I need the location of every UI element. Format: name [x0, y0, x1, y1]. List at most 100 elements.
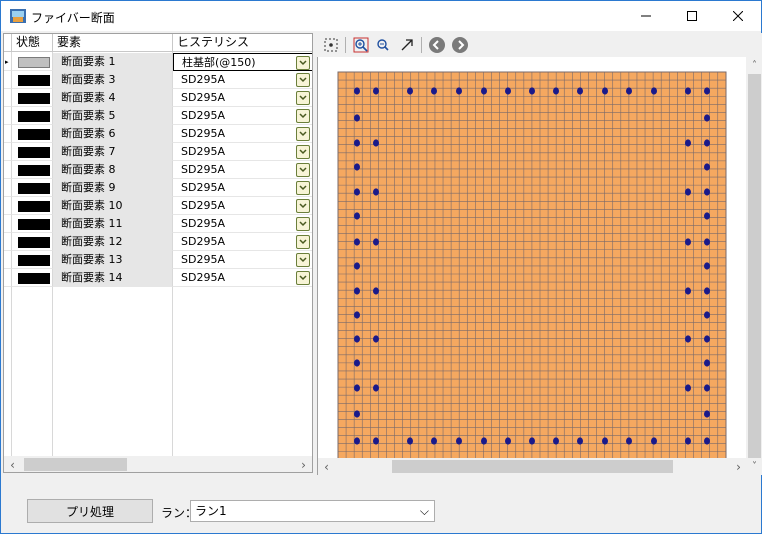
zoom-out-button[interactable]	[373, 36, 393, 54]
dropdown-button[interactable]	[296, 271, 310, 285]
rebar[interactable]	[354, 287, 360, 295]
rebar[interactable]	[685, 384, 691, 392]
scroll-left-icon[interactable]: ‹	[4, 456, 21, 472]
rebar[interactable]	[553, 87, 559, 95]
rebar[interactable]	[685, 335, 691, 343]
hysteresis-select[interactable]: SD295A	[173, 161, 312, 179]
table-row[interactable]: 断面要素 5 SD295A	[4, 107, 312, 125]
element-grid[interactable]: 状態 要素 ヒステリシス ▸ 断面要素 1 柱基部(@150) 断面要素 3 SD295…	[3, 33, 313, 473]
rebar[interactable]	[704, 87, 710, 95]
rebar[interactable]	[529, 437, 535, 445]
scroll-right-icon[interactable]: ›	[730, 458, 747, 475]
hysteresis-select[interactable]: 柱基部(@150)	[173, 53, 312, 71]
hysteresis-select[interactable]: SD295A	[173, 71, 312, 89]
rebar[interactable]	[704, 139, 710, 147]
pan-button[interactable]	[397, 36, 417, 54]
rebar[interactable]	[354, 384, 360, 392]
dropdown-button[interactable]	[296, 56, 310, 70]
hysteresis-select[interactable]: SD295A	[173, 107, 312, 125]
minimize-button[interactable]	[623, 1, 669, 31]
rebar[interactable]	[651, 87, 657, 95]
rebar[interactable]	[685, 437, 691, 445]
row-selector[interactable]	[4, 125, 12, 143]
rebar[interactable]	[602, 87, 608, 95]
rebar[interactable]	[553, 437, 559, 445]
rebar[interactable]	[373, 287, 379, 295]
rebar[interactable]	[373, 188, 379, 196]
rebar[interactable]	[704, 262, 710, 270]
rebar[interactable]	[373, 139, 379, 147]
table-row[interactable]: ▸ 断面要素 1 柱基部(@150)	[4, 53, 312, 71]
rebar[interactable]	[431, 437, 437, 445]
rebar[interactable]	[685, 139, 691, 147]
row-selector[interactable]	[4, 233, 12, 251]
table-row[interactable]: 断面要素 4 SD295A	[4, 89, 312, 107]
scroll-up-icon[interactable]: ˄	[746, 57, 762, 74]
rebar[interactable]	[505, 437, 511, 445]
rebar[interactable]	[577, 87, 583, 95]
table-row[interactable]: 断面要素 8 SD295A	[4, 161, 312, 179]
rebar[interactable]	[373, 87, 379, 95]
header-hysteresis[interactable]: ヒステリシス	[173, 34, 312, 52]
rebar[interactable]	[529, 87, 535, 95]
table-row[interactable]: 断面要素 6 SD295A	[4, 125, 312, 143]
scroll-thumb[interactable]	[748, 74, 761, 458]
table-row[interactable]: 断面要素 12 SD295A	[4, 233, 312, 251]
scroll-left-icon[interactable]: ‹	[318, 458, 335, 475]
forward-button[interactable]	[450, 36, 470, 54]
dropdown-button[interactable]	[296, 127, 310, 141]
hysteresis-select[interactable]: SD295A	[173, 179, 312, 197]
row-selector[interactable]	[4, 89, 12, 107]
row-selector[interactable]: ▸	[4, 53, 12, 71]
row-selector[interactable]	[4, 269, 12, 287]
rebar[interactable]	[685, 188, 691, 196]
rebar[interactable]	[704, 287, 710, 295]
dropdown-button[interactable]	[296, 217, 310, 231]
rebar[interactable]	[704, 311, 710, 319]
table-row[interactable]: 断面要素 13 SD295A	[4, 251, 312, 269]
dropdown-button[interactable]	[296, 145, 310, 159]
rebar[interactable]	[704, 238, 710, 246]
grid-horizontal-scrollbar[interactable]: ‹ ›	[4, 456, 312, 472]
rebar[interactable]	[354, 410, 360, 418]
rebar[interactable]	[704, 359, 710, 367]
rebar[interactable]	[354, 238, 360, 246]
scroll-right-icon[interactable]: ›	[295, 456, 312, 472]
table-row[interactable]: 断面要素 3 SD295A	[4, 71, 312, 89]
dropdown-button[interactable]	[296, 181, 310, 195]
rebar[interactable]	[704, 212, 710, 220]
rebar[interactable]	[354, 188, 360, 196]
row-selector[interactable]	[4, 71, 12, 89]
rebar[interactable]	[704, 384, 710, 392]
dropdown-button[interactable]	[296, 199, 310, 213]
row-selector[interactable]	[4, 215, 12, 233]
back-button[interactable]	[427, 36, 447, 54]
rebar[interactable]	[685, 287, 691, 295]
rebar[interactable]	[481, 437, 487, 445]
header-element[interactable]: 要素	[53, 34, 173, 52]
rebar[interactable]	[373, 335, 379, 343]
section-canvas[interactable]: ‹ ›	[317, 57, 747, 475]
rebar[interactable]	[354, 262, 360, 270]
maximize-button[interactable]	[669, 1, 715, 31]
dropdown-button[interactable]	[296, 91, 310, 105]
rebar[interactable]	[354, 114, 360, 122]
rebar[interactable]	[373, 384, 379, 392]
rebar[interactable]	[685, 87, 691, 95]
hysteresis-select[interactable]: SD295A	[173, 215, 312, 233]
rebar[interactable]	[704, 335, 710, 343]
rebar[interactable]	[354, 437, 360, 445]
rebar[interactable]	[354, 335, 360, 343]
rebar[interactable]	[354, 212, 360, 220]
rebar[interactable]	[407, 87, 413, 95]
rebar[interactable]	[626, 87, 632, 95]
rebar[interactable]	[431, 87, 437, 95]
dropdown-button[interactable]	[296, 253, 310, 267]
hysteresis-select[interactable]: SD295A	[173, 269, 312, 287]
chevron-down-icon[interactable]: ⌵	[420, 501, 429, 521]
rebar[interactable]	[456, 87, 462, 95]
rebar[interactable]	[354, 87, 360, 95]
table-row[interactable]: 断面要素 7 SD295A	[4, 143, 312, 161]
table-row[interactable]: 断面要素 11 SD295A	[4, 215, 312, 233]
row-selector[interactable]	[4, 161, 12, 179]
